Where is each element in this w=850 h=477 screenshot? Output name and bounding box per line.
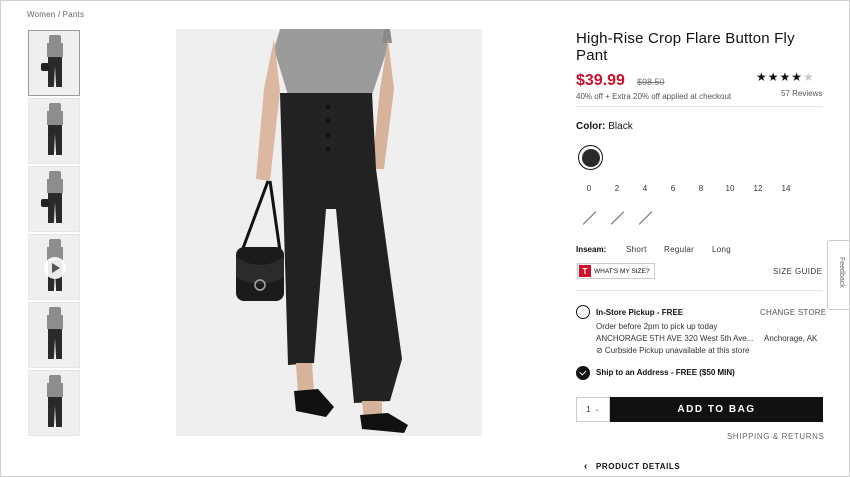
size-option[interactable]: 10 <box>722 184 738 193</box>
change-store-link[interactable]: CHANGE STORE <box>760 308 826 317</box>
chevron-left-icon: ‹ <box>584 461 588 472</box>
inseam-option-long[interactable]: Long <box>712 245 731 254</box>
inseam-option-regular[interactable]: Regular <box>664 245 694 254</box>
size-option[interactable]: 6 <box>665 184 681 193</box>
sale-price: $39.99 <box>576 72 625 89</box>
breadcrumb[interactable]: Women / Pants <box>27 10 84 19</box>
whats-my-size-label: WHAT'S MY SIZE? <box>594 267 650 275</box>
product-main-image[interactable] <box>176 29 482 436</box>
pickup-order-by: Order before 2pm to pick up today <box>596 322 718 331</box>
thumbnail-1[interactable] <box>28 30 80 96</box>
quantity-select[interactable]: 1 ⌄ <box>576 397 610 422</box>
ship-title: Ship to an Address - FREE ($50 MIN) <box>596 368 735 377</box>
divider <box>576 106 823 107</box>
star-rating[interactable]: ★★★★★ <box>756 70 815 84</box>
slash-icon[interactable] <box>638 210 654 226</box>
star-empty-icon: ★ <box>803 70 815 84</box>
color-swatch-black[interactable] <box>578 145 603 170</box>
model-wearing-pants-image <box>176 29 482 436</box>
size-option[interactable]: 12 <box>750 184 766 193</box>
size-option[interactable]: 8 <box>693 184 709 193</box>
pickup-title: In-Store Pickup - FREE <box>596 308 684 317</box>
feedback-tab[interactable]: Feedback <box>827 240 849 310</box>
size-guide-link[interactable]: SIZE GUIDE <box>773 267 822 276</box>
thumbnail-list <box>28 30 80 438</box>
feedback-label: Feedback <box>838 257 845 288</box>
thumbnail-3[interactable] <box>28 166 80 232</box>
inseam-label: Inseam: <box>576 245 607 254</box>
play-icon[interactable] <box>44 257 66 279</box>
whats-my-size-button[interactable]: T WHAT'S MY SIZE? <box>577 263 655 279</box>
size-option[interactable]: 0 <box>581 184 597 193</box>
color-label: Color: Black <box>576 121 633 132</box>
product-details-toggle[interactable]: ‹ PRODUCT DETAILS <box>584 461 680 472</box>
chevron-down-icon: ⌄ <box>594 407 600 413</box>
product-details-label: PRODUCT DETAILS <box>595 462 681 471</box>
pickup-store-address: ANCHORAGE 5TH AVE 320 West 5th Ave... <box>596 334 754 343</box>
quantity-value: 1 <box>586 405 591 414</box>
true-fit-logo-icon: T <box>579 265 591 277</box>
inseam-option-short[interactable]: Short <box>626 245 647 254</box>
pickup-radio[interactable] <box>576 305 590 319</box>
size-option[interactable]: 14 <box>778 184 794 193</box>
reviews-link[interactable]: 57 Reviews <box>781 89 822 98</box>
promo-text: 40% off + Extra 20% off applied at check… <box>576 92 732 101</box>
star-filled-icon: ★★★★ <box>756 70 804 84</box>
size-option[interactable]: 4 <box>637 184 653 193</box>
pickup-store-city: Anchorage, AK <box>764 334 818 343</box>
color-label-key: Color: <box>576 121 606 132</box>
thumbnail-5[interactable] <box>28 302 80 368</box>
thumbnail-2[interactable] <box>28 98 80 164</box>
original-price: $98.50 <box>637 77 665 87</box>
color-value: Black <box>608 121 633 132</box>
divider <box>576 290 823 291</box>
slash-icon[interactable] <box>610 210 626 226</box>
size-option[interactable]: 2 <box>609 184 625 193</box>
thumbnail-video[interactable] <box>28 234 80 300</box>
ship-checked-icon[interactable] <box>576 366 590 380</box>
slash-icon[interactable] <box>582 210 598 226</box>
thumbnail-6[interactable] <box>28 370 80 436</box>
shipping-returns-link[interactable]: SHIPPING & RETURNS <box>727 432 824 441</box>
product-title: High-Rise Crop Flare Button Fly Pant <box>576 30 795 64</box>
add-to-bag-button[interactable]: ADD TO BAG <box>610 397 823 422</box>
curbside-notice: ⊘ Curbside Pickup unavailable at this st… <box>596 346 750 355</box>
